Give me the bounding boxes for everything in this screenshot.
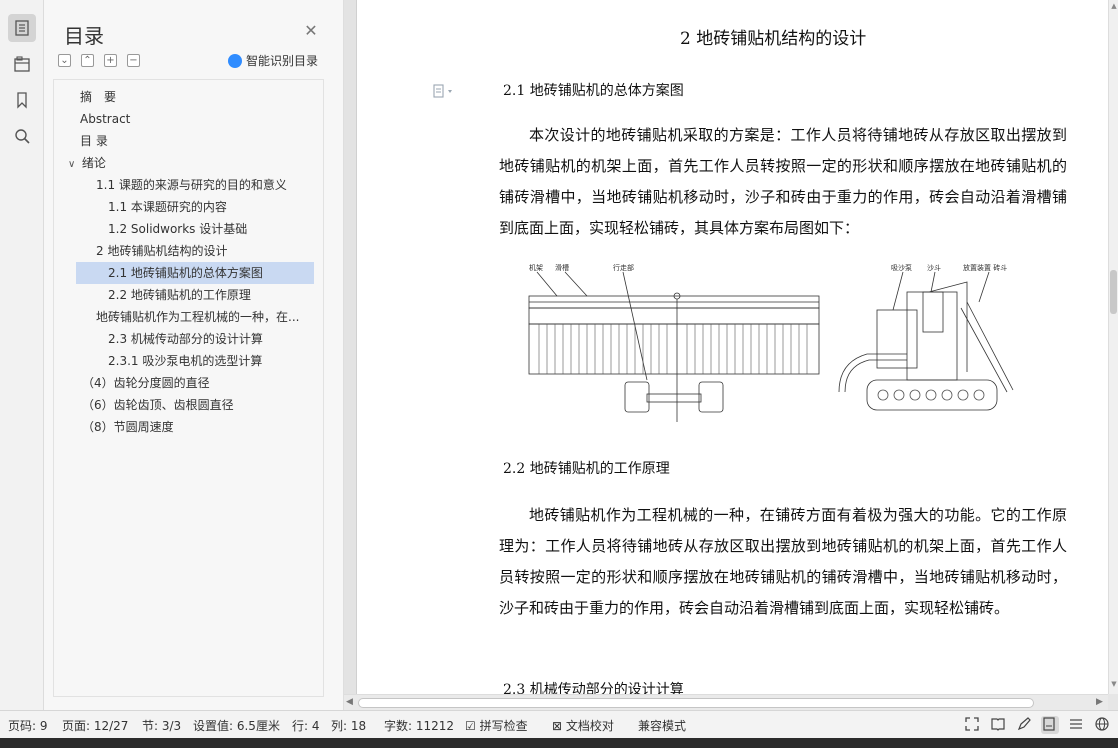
toc-item[interactable]: 1.1 课题的来源与研究的目的和意义 bbox=[96, 174, 322, 196]
toc-icon[interactable] bbox=[8, 14, 36, 42]
status-setting[interactable]: 设置值: 6.5厘米 bbox=[193, 717, 280, 734]
toc-item[interactable]: 2 地砖铺贴机结构的设计 bbox=[96, 240, 322, 262]
vertical-scroll-thumb[interactable] bbox=[1110, 270, 1117, 314]
toc-item[interactable]: Abstract bbox=[80, 108, 320, 130]
reading-mode-icon[interactable] bbox=[990, 716, 1008, 734]
expand-all-button[interactable]: ⌄ bbox=[58, 54, 71, 67]
proofread-button[interactable]: ⊠ 文档校对 bbox=[552, 717, 614, 734]
vertical-scrollbar[interactable]: ▲ ▼ bbox=[1108, 0, 1118, 694]
document-icon[interactable] bbox=[433, 84, 457, 100]
status-page-number[interactable]: 页码: 9 bbox=[8, 717, 48, 734]
toc-item[interactable]: ∨ 绪论 bbox=[68, 152, 318, 174]
toc-item[interactable]: 地砖铺贴机作为工程机械的一种，在... bbox=[96, 306, 306, 328]
figure-label: 滑槽 bbox=[555, 263, 569, 272]
chevron-down-icon[interactable]: ∨ bbox=[68, 154, 78, 174]
figure-label: 沙斗 bbox=[927, 264, 941, 272]
collapse-all-button[interactable]: ⌃ bbox=[81, 54, 94, 67]
toc-item[interactable]: 1.2 Solidworks 设计基础 bbox=[108, 218, 322, 240]
scroll-up-icon[interactable]: ▲ bbox=[1110, 2, 1118, 10]
add-heading-button[interactable]: + bbox=[104, 54, 117, 67]
scroll-left-icon[interactable]: ◀ bbox=[346, 697, 353, 707]
smart-toc-icon bbox=[228, 53, 242, 68]
toc-item[interactable]: 2.3.1 吸沙泵电机的选型计算 bbox=[108, 350, 322, 372]
nav-pane-icon[interactable] bbox=[8, 50, 36, 78]
status-word-count[interactable]: 字数: 11212 bbox=[384, 717, 454, 734]
toc-panel: 目录 ✕ ⌄ ⌃ + − 智能识别目录 摘 要 Abstract 目 录 ∨ 绪… bbox=[44, 0, 344, 710]
toc-item[interactable]: 1.1 本课题研究的内容 bbox=[108, 196, 322, 218]
section-heading-2-3: 2.3 机械传动部分的设计计算 bbox=[503, 682, 684, 694]
figure-label: 行走部 bbox=[613, 263, 634, 272]
status-section[interactable]: 节: 3/3 bbox=[142, 717, 181, 734]
layout-drawing: 机架 滑槽 行走部 吸沙泵 沙斗 放置装置 砖斗 bbox=[528, 263, 1014, 422]
bookmark-icon[interactable] bbox=[8, 86, 36, 114]
close-icon[interactable]: ✕ bbox=[302, 22, 320, 40]
pen-icon[interactable] bbox=[1016, 716, 1034, 734]
horizontal-scroll-thumb[interactable] bbox=[358, 698, 1034, 708]
toc-list: 摘 要 Abstract 目 录 ∨ 绪论 1.1 课题的来源与研究的目的和意义… bbox=[53, 79, 324, 697]
proofread-icon: ⊠ bbox=[552, 719, 563, 733]
compat-mode-label: 兼容模式 bbox=[638, 719, 687, 733]
page-view-icon[interactable] bbox=[1041, 716, 1059, 734]
toc-toolbar: ⌄ ⌃ + − bbox=[58, 54, 140, 67]
status-row[interactable]: 行: 4 bbox=[292, 717, 320, 734]
document-page[interactable]: 2 地砖铺贴机结构的设计 2.1 地砖铺贴机的总体方案图 本次设计的地砖铺贴机采… bbox=[356, 0, 1108, 694]
toc-item-selected[interactable]: 2.1 地砖铺贴机的总体方案图 bbox=[76, 262, 314, 284]
paragraph-1: 本次设计的地砖铺贴机采取的方案是：工作人员将待铺地砖从存放区取出摆放到地砖铺贴机… bbox=[499, 126, 1067, 237]
toc-item[interactable]: 2.2 地砖铺贴机的工作原理 bbox=[108, 284, 322, 306]
web-view-icon[interactable] bbox=[1094, 716, 1112, 734]
toc-title: 目录 bbox=[64, 24, 104, 48]
scroll-right-icon[interactable]: ▶ bbox=[1096, 697, 1103, 707]
toc-item[interactable]: （8）节圆周速度 bbox=[82, 416, 318, 438]
proofread-label: 文档校对 bbox=[565, 719, 614, 733]
toc-item[interactable]: 摘 要 bbox=[80, 86, 320, 108]
toc-item[interactable]: 目 录 bbox=[80, 130, 320, 152]
toc-item[interactable]: 2.3 机械传动部分的设计计算 bbox=[108, 328, 322, 350]
scroll-down-icon[interactable]: ▼ bbox=[1110, 680, 1118, 688]
left-icon-strip bbox=[0, 0, 44, 710]
section-heading-2-1: 2.1 地砖铺贴机的总体方案图 bbox=[503, 83, 684, 99]
outline-view-icon[interactable] bbox=[1068, 716, 1086, 734]
chapter-heading: 2 地砖铺贴机结构的设计 bbox=[680, 29, 867, 49]
horizontal-scrollbar[interactable]: ◀ ▶ bbox=[344, 694, 1108, 710]
smart-toc-label: 智能识别目录 bbox=[246, 54, 319, 68]
taskbar-strip bbox=[0, 738, 1118, 748]
fullscreen-icon[interactable] bbox=[964, 716, 982, 734]
toc-item[interactable]: （6）齿轮齿顶、齿根圆直径 bbox=[82, 394, 318, 416]
spellcheck-label: 拼写检查 bbox=[479, 719, 528, 733]
spellcheck-button[interactable]: ☑ 拼写检查 bbox=[465, 717, 528, 734]
section-heading-2-2: 2.2 地砖铺贴机的工作原理 bbox=[503, 461, 670, 477]
status-page[interactable]: 页面: 12/27 bbox=[62, 717, 128, 734]
check-icon: ☑ bbox=[465, 719, 476, 733]
remove-heading-button[interactable]: − bbox=[127, 54, 140, 67]
toc-item[interactable]: （4）齿轮分度圆的直径 bbox=[82, 372, 318, 394]
document-area: 2 地砖铺贴机结构的设计 2.1 地砖铺贴机的总体方案图 本次设计的地砖铺贴机采… bbox=[344, 0, 1108, 694]
status-column[interactable]: 列: 18 bbox=[331, 717, 366, 734]
toc-item-label: 绪论 bbox=[81, 156, 106, 170]
status-bar: 页码: 9 页面: 12/27 节: 3/3 设置值: 6.5厘米 行: 4 列… bbox=[0, 710, 1118, 738]
figure-label: 吸沙泵 bbox=[891, 264, 912, 272]
paragraph-2: 地砖铺贴机作为工程机械的一种，在铺砖方面有着极为强大的功能。它的工作原理为：工作… bbox=[499, 506, 1067, 617]
figure-label: 放置装置 砖斗 bbox=[963, 263, 1007, 272]
smart-toc-button[interactable]: 智能识别目录 bbox=[228, 52, 318, 69]
figure-label: 机架 bbox=[529, 263, 543, 272]
search-icon[interactable] bbox=[8, 122, 36, 150]
